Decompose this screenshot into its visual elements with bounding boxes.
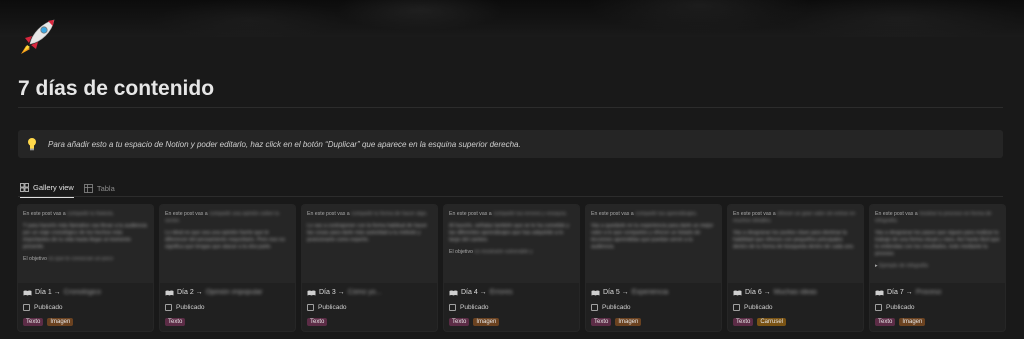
preview-text: En este post vas a compartir tus aprendi… [591,211,698,217]
tags: Texto Imagen [23,318,74,326]
gallery-icon [20,183,29,192]
tag-imagen: Imagen [899,318,926,326]
card-title[interactable]: Día 4 → Errores [449,289,513,296]
gallery-card[interactable]: En este post vas a compartir tus errores… [444,205,579,331]
book-icon [449,290,458,295]
card-title[interactable]: Día 3 → Cómo yo... [307,289,382,296]
preview-text: ▸ Ejemplo de infografía [875,263,929,269]
preview-text: En este post vas a compartir tu historia… [23,211,115,217]
tags: Texto Carrusel [733,318,787,326]
publicado-checkbox[interactable]: Publicado [591,304,631,311]
tag-texto: Texto [165,318,186,326]
preview-text: Al hacerlo, señalas también que se te ha… [449,223,570,243]
tags: Texto Imagen [591,318,642,326]
gallery-card[interactable]: En este post vas a compartir tus aprendi… [586,205,721,331]
tag-imagen: Imagen [615,318,642,326]
book-icon [165,290,174,295]
checkbox-icon [875,304,882,311]
preview-text: Lo ideal es que sea una opinión fuerte q… [165,230,285,250]
callout[interactable]: Para añadir esto a tu espacio de Notion … [18,130,1003,158]
checkbox-icon [449,304,456,311]
preview-text: En este post vas a ofrecer un gran valor… [733,211,856,224]
checkbox-icon [733,304,740,311]
checkbox-icon [23,304,30,311]
tag-texto: Texto [591,318,612,326]
tag-texto: Texto [875,318,896,326]
publicado-checkbox[interactable]: Publicado [875,304,915,311]
preview-text: En este post vas a mostrar tu proceso en… [875,211,992,224]
preview-text: Vas a desgranar los pasos que sigues par… [875,230,1000,257]
rocket-icon[interactable] [18,16,58,56]
tag-carrusel: Carrusel [757,318,787,326]
checkbox-icon [591,304,598,311]
book-icon [591,290,600,295]
tab-label: Gallery view [33,183,74,192]
divider [18,196,1003,197]
publicado-checkbox[interactable]: Publicado [449,304,489,311]
publicado-checkbox[interactable]: Publicado [307,304,347,311]
card-title[interactable]: Día 5 → Experiencia [591,289,668,296]
tags: Texto Imagen [875,318,926,326]
tag-texto: Texto [733,318,754,326]
book-icon [307,290,316,295]
card-title[interactable]: Día 2 → Opinión impopular [165,289,263,296]
preview-text: Y para hacerlo más llamativo vas llevar … [23,223,147,250]
tag-imagen: Imagen [47,318,74,326]
checkbox-icon [307,304,314,311]
tag-texto: Texto [307,318,328,326]
preview-text: Vas a quedarte en tu experiencia para da… [591,223,714,250]
card-preview: En este post vas a ofrecer un gran valor… [728,205,863,283]
card-preview: En este post vas a compartir tu historia… [18,205,153,283]
card-preview: En este post vas a compartir una opinión… [160,205,295,283]
preview-text: El objetivo es mostrarte vulnerable y [449,249,533,255]
preview-text: En este post vas a compartir una opinión… [165,211,280,224]
divider [18,107,1003,108]
book-icon [875,290,884,295]
card-preview: En este post vas a compartir tus errores… [444,205,579,283]
gallery-card[interactable]: En este post vas a ofrecer un gran valor… [728,205,863,331]
card-preview: En este post vas a compartir tu forma de… [302,205,437,283]
card-title[interactable]: Día 6 → Muchas ideas [733,289,817,296]
book-icon [733,290,742,295]
card-title[interactable]: Día 7 → Proceso [875,289,941,296]
gallery-card[interactable]: En este post vas a compartir tu historia… [18,205,153,331]
preview-text: Vas a desgranar los puntos clave para do… [733,230,855,250]
card-preview: En este post vas a compartir tus aprendi… [586,205,721,283]
tag-imagen: Imagen [473,318,500,326]
preview-text: El objetivo es que te conozcan un poco [23,256,114,262]
tags: Texto [165,318,186,326]
card-title[interactable]: Día 1 → Cronológico [23,289,101,296]
tags: Texto [307,318,328,326]
gallery-card[interactable]: En este post vas a compartir tu forma de… [302,205,437,331]
preview-text: Lo vas a contraponer con la forma habitu… [307,223,427,243]
checkbox-icon [165,304,172,311]
page-cover [0,0,1024,37]
preview-text: En este post vas a compartir tus errores… [449,211,568,217]
publicado-checkbox[interactable]: Publicado [165,304,205,311]
preview-text: En este post vas a compartir tu forma de… [307,211,428,217]
callout-text: Para añadir esto a tu espacio de Notion … [48,139,521,149]
tab-label: Tabla [96,183,115,193]
card-preview: En este post vas a mostrar tu proceso en… [870,205,1005,283]
table-icon [83,183,93,193]
tag-texto: Texto [449,318,470,326]
book-icon [23,290,32,295]
gallery: En este post vas a compartir tu historia… [18,205,1005,331]
tag-texto: Texto [23,318,44,326]
page-title[interactable]: 7 días de contenido [18,77,214,101]
tags: Texto Imagen [449,318,500,326]
gallery-card[interactable]: En este post vas a compartir una opinión… [160,205,295,331]
lightbulb-icon [28,138,36,151]
gallery-card[interactable]: En este post vas a mostrar tu proceso en… [870,205,1005,331]
publicado-checkbox[interactable]: Publicado [733,304,773,311]
publicado-checkbox[interactable]: Publicado [23,304,63,311]
